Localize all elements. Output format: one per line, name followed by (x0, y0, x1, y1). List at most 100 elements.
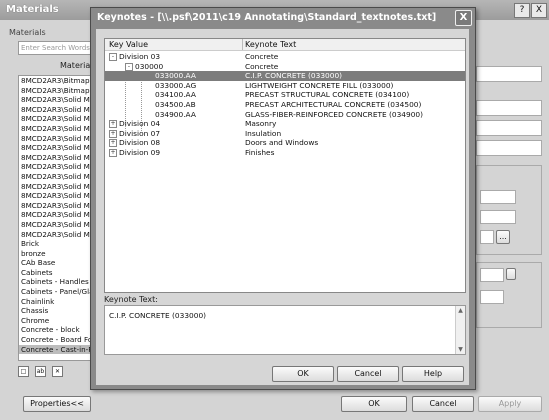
list-item[interactable]: Cabinets (19, 268, 99, 278)
tree-row[interactable]: 034500.AB PRECAST ARCHITECTURAL CONCRETE … (105, 100, 465, 110)
color-swatch[interactable] (480, 268, 504, 282)
list-item[interactable]: 8MCD2AR3\Solid Mate (19, 95, 99, 105)
cancel-button[interactable]: Cancel (412, 396, 474, 412)
list-item[interactable]: 8MCD2AR3\Solid Mate (19, 153, 99, 163)
list-item[interactable]: 8MCD2AR3\Solid Mate (19, 162, 99, 172)
list-item[interactable]: 8MCD2AR3\Solid Mate (19, 105, 99, 115)
list-item[interactable]: 8MCD2AR3\Solid Mate (19, 143, 99, 153)
tree-row[interactable]: - Division 03 Concrete (105, 52, 465, 62)
keynote-text: C.I.P. CONCRETE (033000) (245, 71, 343, 81)
material-list[interactable]: 8MCD2AR3\Bitmap Te 8MCD2AR3\Bitmap Te 8MCD… (18, 75, 100, 361)
key-value: Division 07 (119, 128, 161, 138)
ok-button[interactable]: OK (272, 366, 334, 382)
key-value: Division 08 (119, 138, 161, 148)
list-item[interactable]: Chainlink (19, 297, 99, 307)
list-item[interactable]: bronze (19, 249, 99, 259)
key-value-column[interactable]: Key Value (109, 40, 148, 49)
expand-icon[interactable]: + (109, 149, 117, 157)
scroll-up-icon[interactable]: ▲ (457, 307, 464, 314)
cancel-button[interactable]: Cancel (337, 366, 399, 382)
close-icon[interactable]: X (455, 10, 472, 26)
property-field[interactable] (476, 140, 542, 156)
keynote-text-value: C.I.P. CONCRETE (033000) (109, 311, 207, 320)
list-item[interactable]: 8MCD2AR3\Solid Mate (19, 220, 99, 230)
key-value: Division 04 (119, 119, 161, 129)
list-item[interactable]: Chrome (19, 316, 99, 326)
list-item[interactable]: Cabinets - Panel/Glas (19, 287, 99, 297)
materials-title: Materials (6, 4, 59, 15)
browse-button[interactable]: ... (496, 230, 510, 244)
key-value: Division 03 (119, 52, 161, 61)
tree-row[interactable]: 033000.AA C.I.P. CONCRETE (033000) (105, 71, 465, 81)
material-list-tools: □ ab ✕ (18, 366, 69, 377)
list-item[interactable]: 8MCD2AR3\Solid Mate (19, 182, 99, 192)
expand-icon[interactable]: + (109, 129, 117, 138)
color-picker-button[interactable] (506, 268, 516, 280)
property-field[interactable] (480, 210, 516, 224)
tree-row[interactable]: + Division 04 Masonry (105, 119, 465, 129)
expand-icon[interactable]: + (109, 139, 117, 148)
list-item[interactable]: 8MCD2AR3\Solid Mate (19, 172, 99, 182)
keynote-text: LIGHTWEIGHT CONCRETE FILL (033000) (245, 80, 394, 90)
rename-icon[interactable]: ab (35, 366, 46, 377)
ok-button[interactable]: OK (341, 396, 407, 412)
list-item[interactable]: Brick (19, 239, 99, 249)
tree-row[interactable]: 034100.AA PRECAST STRUCTURAL CONCRETE (03… (105, 90, 465, 100)
help-button[interactable]: Help (402, 366, 464, 382)
tree-row[interactable]: 034900.AA GLASS-FIBER-REINFORCED CONCRETE… (105, 110, 465, 120)
materials-group-label: Materials (9, 28, 46, 37)
list-item[interactable]: Cabinets - Handles (19, 277, 99, 287)
list-item[interactable]: 8MCD2AR3\Bitmap Te (19, 86, 99, 96)
key-value: 033000.AA (155, 71, 196, 81)
property-field[interactable] (476, 100, 542, 116)
list-item[interactable]: Concrete - Board Form (19, 335, 99, 345)
property-field[interactable] (480, 230, 494, 244)
keynote-text: Concrete (245, 52, 279, 61)
keynote-text: Insulation (245, 128, 282, 138)
tree-row[interactable]: -030000 Concrete (105, 62, 465, 72)
apply-button[interactable]: Apply (478, 396, 542, 412)
duplicate-icon[interactable]: □ (18, 366, 29, 377)
collapse-icon[interactable]: - (109, 53, 117, 61)
help-icon[interactable]: ? (514, 3, 530, 18)
dialog-client: Key Value Keynote Text - Division 03 Concr… (96, 29, 469, 385)
list-item[interactable]: 8MCD2AR3\Solid Mate (19, 210, 99, 220)
list-item[interactable]: 8MCD2AR3\Solid Mate (19, 134, 99, 144)
tree-row[interactable]: + Division 09 Finishes (105, 148, 465, 158)
tree-row[interactable]: + Division 08 Doors and Windows (105, 138, 465, 148)
expand-icon[interactable]: + (109, 120, 117, 129)
keynote-text: Doors and Windows (245, 138, 319, 148)
keynote-text-field[interactable]: C.I.P. CONCRETE (033000) ▲ ▼ (104, 305, 466, 355)
tree-header: Key Value Keynote Text (105, 39, 465, 51)
collapse-icon[interactable]: - (125, 62, 133, 71)
key-value: Division 09 (119, 148, 161, 157)
list-item[interactable]: Chassis (19, 306, 99, 316)
keynote-text-label: Keynote Text: (104, 295, 158, 304)
list-item[interactable]: 8MCD2AR3\Solid Mate (19, 230, 99, 240)
list-item[interactable]: Concrete - Cast-in-Pla (19, 344, 99, 355)
scrollbar[interactable]: ▲ ▼ (455, 306, 465, 354)
column-divider[interactable] (242, 39, 243, 50)
property-field[interactable] (476, 120, 542, 136)
keynote-text: Masonry (245, 119, 277, 129)
property-field[interactable] (476, 66, 542, 82)
list-item[interactable]: 8MCD2AR3\Solid Mate (19, 191, 99, 201)
list-item[interactable]: CAb Base (19, 258, 99, 268)
delete-icon[interactable]: ✕ (52, 366, 63, 377)
keynote-tree[interactable]: Key Value Keynote Text - Division 03 Concr… (104, 38, 466, 293)
keynote-text: PRECAST ARCHITECTURAL CONCRETE (034500) (245, 100, 422, 109)
property-field[interactable] (480, 290, 504, 304)
property-field[interactable] (480, 190, 516, 204)
tree-row[interactable]: 033000.AG LIGHTWEIGHT CONCRETE FILL (0330… (105, 81, 465, 91)
scroll-down-icon[interactable]: ▼ (457, 346, 464, 353)
close-icon[interactable]: X (531, 3, 547, 18)
list-item[interactable]: 8MCD2AR3\Solid Mate (19, 114, 99, 124)
keynote-text-column[interactable]: Keynote Text (245, 40, 296, 49)
tree-row[interactable]: + Division 07 Insulation (105, 129, 465, 139)
list-item[interactable]: 8MCD2AR3\Bitmap Te (19, 76, 99, 86)
list-item[interactable]: 8MCD2AR3\Solid Mate (19, 201, 99, 211)
properties-button[interactable]: Properties<< (23, 396, 91, 412)
list-item[interactable]: 8MCD2AR3\Solid Mate (19, 124, 99, 134)
key-value: 034100.AA (155, 90, 196, 100)
list-item[interactable]: Concrete - block (19, 325, 99, 335)
